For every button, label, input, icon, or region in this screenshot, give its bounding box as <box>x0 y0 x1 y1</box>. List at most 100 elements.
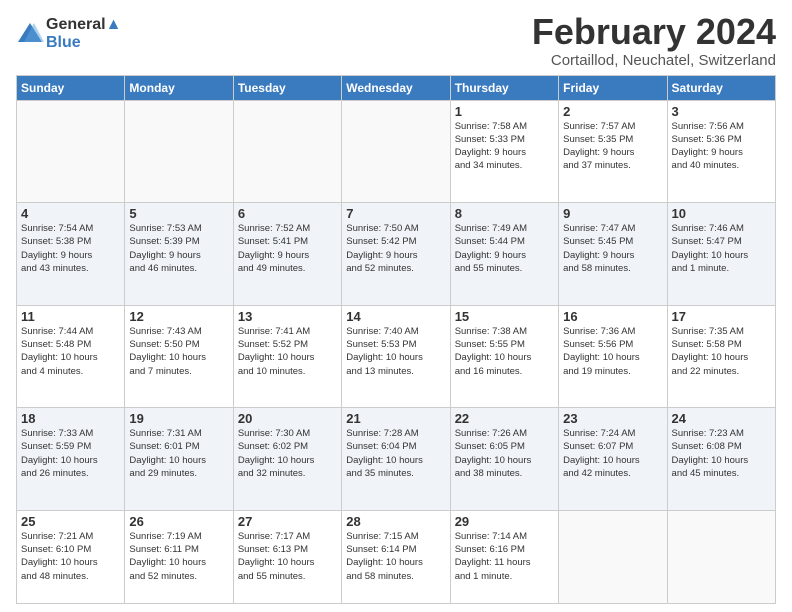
table-row: 12Sunrise: 7:43 AM Sunset: 5:50 PM Dayli… <box>125 305 233 408</box>
table-row: 5Sunrise: 7:53 AM Sunset: 5:39 PM Daylig… <box>125 203 233 306</box>
day-number: 28 <box>346 514 445 529</box>
day-info: Sunrise: 7:38 AM Sunset: 5:55 PM Dayligh… <box>455 325 554 378</box>
day-info: Sunrise: 7:30 AM Sunset: 6:02 PM Dayligh… <box>238 427 337 480</box>
calendar-week-row: 18Sunrise: 7:33 AM Sunset: 5:59 PM Dayli… <box>17 408 776 511</box>
day-info: Sunrise: 7:43 AM Sunset: 5:50 PM Dayligh… <box>129 325 228 378</box>
calendar-header-row: Sunday Monday Tuesday Wednesday Thursday… <box>17 75 776 100</box>
logo: General▲ Blue <box>16 16 121 52</box>
table-row: 25Sunrise: 7:21 AM Sunset: 6:10 PM Dayli… <box>17 510 125 603</box>
table-row: 16Sunrise: 7:36 AM Sunset: 5:56 PM Dayli… <box>559 305 667 408</box>
day-number: 3 <box>672 104 771 119</box>
day-info: Sunrise: 7:57 AM Sunset: 5:35 PM Dayligh… <box>563 120 662 173</box>
day-number: 11 <box>21 309 120 324</box>
day-info: Sunrise: 7:17 AM Sunset: 6:13 PM Dayligh… <box>238 530 337 583</box>
table-row: 8Sunrise: 7:49 AM Sunset: 5:44 PM Daylig… <box>450 203 558 306</box>
table-row: 18Sunrise: 7:33 AM Sunset: 5:59 PM Dayli… <box>17 408 125 511</box>
day-number: 7 <box>346 206 445 221</box>
day-info: Sunrise: 7:40 AM Sunset: 5:53 PM Dayligh… <box>346 325 445 378</box>
table-row: 9Sunrise: 7:47 AM Sunset: 5:45 PM Daylig… <box>559 203 667 306</box>
day-number: 9 <box>563 206 662 221</box>
day-info: Sunrise: 7:49 AM Sunset: 5:44 PM Dayligh… <box>455 222 554 275</box>
day-info: Sunrise: 7:44 AM Sunset: 5:48 PM Dayligh… <box>21 325 120 378</box>
day-info: Sunrise: 7:19 AM Sunset: 6:11 PM Dayligh… <box>129 530 228 583</box>
table-row: 13Sunrise: 7:41 AM Sunset: 5:52 PM Dayli… <box>233 305 341 408</box>
day-info: Sunrise: 7:46 AM Sunset: 5:47 PM Dayligh… <box>672 222 771 275</box>
table-row: 27Sunrise: 7:17 AM Sunset: 6:13 PM Dayli… <box>233 510 341 603</box>
day-number: 25 <box>21 514 120 529</box>
day-info: Sunrise: 7:14 AM Sunset: 6:16 PM Dayligh… <box>455 530 554 583</box>
day-number: 18 <box>21 411 120 426</box>
day-info: Sunrise: 7:23 AM Sunset: 6:08 PM Dayligh… <box>672 427 771 480</box>
day-info: Sunrise: 7:53 AM Sunset: 5:39 PM Dayligh… <box>129 222 228 275</box>
col-tuesday: Tuesday <box>233 75 341 100</box>
day-number: 6 <box>238 206 337 221</box>
location: Cortaillod, Neuchatel, Switzerland <box>532 52 776 69</box>
day-number: 26 <box>129 514 228 529</box>
table-row: 19Sunrise: 7:31 AM Sunset: 6:01 PM Dayli… <box>125 408 233 511</box>
table-row: 23Sunrise: 7:24 AM Sunset: 6:07 PM Dayli… <box>559 408 667 511</box>
table-row: 6Sunrise: 7:52 AM Sunset: 5:41 PM Daylig… <box>233 203 341 306</box>
table-row: 15Sunrise: 7:38 AM Sunset: 5:55 PM Dayli… <box>450 305 558 408</box>
day-info: Sunrise: 7:33 AM Sunset: 5:59 PM Dayligh… <box>21 427 120 480</box>
day-number: 13 <box>238 309 337 324</box>
day-number: 5 <box>129 206 228 221</box>
col-friday: Friday <box>559 75 667 100</box>
calendar-week-row: 25Sunrise: 7:21 AM Sunset: 6:10 PM Dayli… <box>17 510 776 603</box>
col-monday: Monday <box>125 75 233 100</box>
day-number: 12 <box>129 309 228 324</box>
day-info: Sunrise: 7:47 AM Sunset: 5:45 PM Dayligh… <box>563 222 662 275</box>
day-info: Sunrise: 7:21 AM Sunset: 6:10 PM Dayligh… <box>21 530 120 583</box>
table-row: 2Sunrise: 7:57 AM Sunset: 5:35 PM Daylig… <box>559 100 667 203</box>
day-info: Sunrise: 7:31 AM Sunset: 6:01 PM Dayligh… <box>129 427 228 480</box>
day-number: 24 <box>672 411 771 426</box>
day-number: 1 <box>455 104 554 119</box>
calendar-table: Sunday Monday Tuesday Wednesday Thursday… <box>16 75 776 604</box>
day-number: 2 <box>563 104 662 119</box>
calendar-week-row: 11Sunrise: 7:44 AM Sunset: 5:48 PM Dayli… <box>17 305 776 408</box>
day-number: 16 <box>563 309 662 324</box>
day-number: 22 <box>455 411 554 426</box>
calendar-week-row: 4Sunrise: 7:54 AM Sunset: 5:38 PM Daylig… <box>17 203 776 306</box>
day-info: Sunrise: 7:54 AM Sunset: 5:38 PM Dayligh… <box>21 222 120 275</box>
table-row: 11Sunrise: 7:44 AM Sunset: 5:48 PM Dayli… <box>17 305 125 408</box>
day-number: 15 <box>455 309 554 324</box>
col-sunday: Sunday <box>17 75 125 100</box>
day-info: Sunrise: 7:50 AM Sunset: 5:42 PM Dayligh… <box>346 222 445 275</box>
table-row: 7Sunrise: 7:50 AM Sunset: 5:42 PM Daylig… <box>342 203 450 306</box>
table-row <box>342 100 450 203</box>
col-saturday: Saturday <box>667 75 775 100</box>
day-info: Sunrise: 7:36 AM Sunset: 5:56 PM Dayligh… <box>563 325 662 378</box>
table-row <box>559 510 667 603</box>
table-row <box>233 100 341 203</box>
title-area: February 2024 Cortaillod, Neuchatel, Swi… <box>532 12 776 69</box>
day-info: Sunrise: 7:28 AM Sunset: 6:04 PM Dayligh… <box>346 427 445 480</box>
col-wednesday: Wednesday <box>342 75 450 100</box>
table-row: 26Sunrise: 7:19 AM Sunset: 6:11 PM Dayli… <box>125 510 233 603</box>
table-row: 28Sunrise: 7:15 AM Sunset: 6:14 PM Dayli… <box>342 510 450 603</box>
day-number: 14 <box>346 309 445 324</box>
day-number: 23 <box>563 411 662 426</box>
logo-icon <box>16 20 44 48</box>
table-row: 22Sunrise: 7:26 AM Sunset: 6:05 PM Dayli… <box>450 408 558 511</box>
table-row: 10Sunrise: 7:46 AM Sunset: 5:47 PM Dayli… <box>667 203 775 306</box>
day-number: 27 <box>238 514 337 529</box>
table-row <box>667 510 775 603</box>
table-row: 20Sunrise: 7:30 AM Sunset: 6:02 PM Dayli… <box>233 408 341 511</box>
header: General▲ Blue February 2024 Cortaillod, … <box>16 12 776 69</box>
table-row <box>125 100 233 203</box>
day-number: 4 <box>21 206 120 221</box>
table-row: 17Sunrise: 7:35 AM Sunset: 5:58 PM Dayli… <box>667 305 775 408</box>
day-number: 8 <box>455 206 554 221</box>
day-number: 29 <box>455 514 554 529</box>
table-row: 21Sunrise: 7:28 AM Sunset: 6:04 PM Dayli… <box>342 408 450 511</box>
table-row: 24Sunrise: 7:23 AM Sunset: 6:08 PM Dayli… <box>667 408 775 511</box>
table-row: 29Sunrise: 7:14 AM Sunset: 6:16 PM Dayli… <box>450 510 558 603</box>
page: General▲ Blue February 2024 Cortaillod, … <box>0 0 792 612</box>
day-number: 21 <box>346 411 445 426</box>
table-row: 3Sunrise: 7:56 AM Sunset: 5:36 PM Daylig… <box>667 100 775 203</box>
col-thursday: Thursday <box>450 75 558 100</box>
table-row: 14Sunrise: 7:40 AM Sunset: 5:53 PM Dayli… <box>342 305 450 408</box>
day-info: Sunrise: 7:58 AM Sunset: 5:33 PM Dayligh… <box>455 120 554 173</box>
day-info: Sunrise: 7:41 AM Sunset: 5:52 PM Dayligh… <box>238 325 337 378</box>
day-number: 17 <box>672 309 771 324</box>
